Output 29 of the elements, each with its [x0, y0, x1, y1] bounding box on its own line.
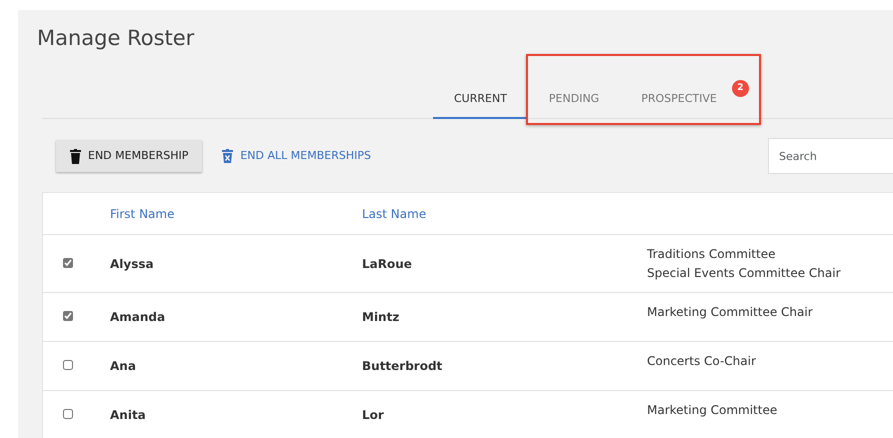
row-checkbox[interactable]: [63, 360, 73, 370]
end-membership-button[interactable]: END MEMBERSHIP: [56, 140, 202, 172]
row-checkbox[interactable]: [63, 409, 73, 420]
row-checkbox[interactable]: [63, 311, 73, 322]
position-text: Marketing Committee Chair: [647, 305, 813, 320]
first-name: Ana: [110, 359, 136, 374]
trash-icon: [70, 148, 81, 164]
tab[interactable]: PROSPECTIVE 2: [620, 81, 757, 120]
first-name: Amanda: [110, 310, 166, 324]
tab[interactable]: CURRENT: [433, 81, 528, 120]
trash-icon: [222, 149, 234, 164]
column-header[interactable]: Last Name: [362, 204, 647, 223]
first-name: Anita: [110, 408, 146, 422]
position-text: Special Events Committee Chair: [647, 266, 841, 280]
page-title: Manage Roster: [37, 26, 196, 52]
last-name: LaRoue: [362, 256, 412, 271]
position-text: Traditions Committee: [647, 247, 776, 262]
first-name: Alyssa: [110, 256, 154, 271]
end-all-memberships-link[interactable]: END ALL MEMBERSHIPS: [222, 148, 371, 164]
row-checkbox[interactable]: [63, 258, 73, 268]
last-name: Lor: [362, 408, 384, 422]
tab[interactable]: PENDING: [528, 81, 620, 120]
count-badge: 2: [732, 80, 749, 98]
search-field[interactable]: Search: [768, 138, 893, 174]
last-name: Mintz: [362, 310, 400, 324]
position-text: Concerts Co-Chair: [647, 354, 756, 368]
position-text: Marketing Committee: [647, 403, 778, 418]
column-header[interactable]: First Name: [110, 204, 362, 223]
last-name: Butterbrodt: [362, 359, 442, 374]
